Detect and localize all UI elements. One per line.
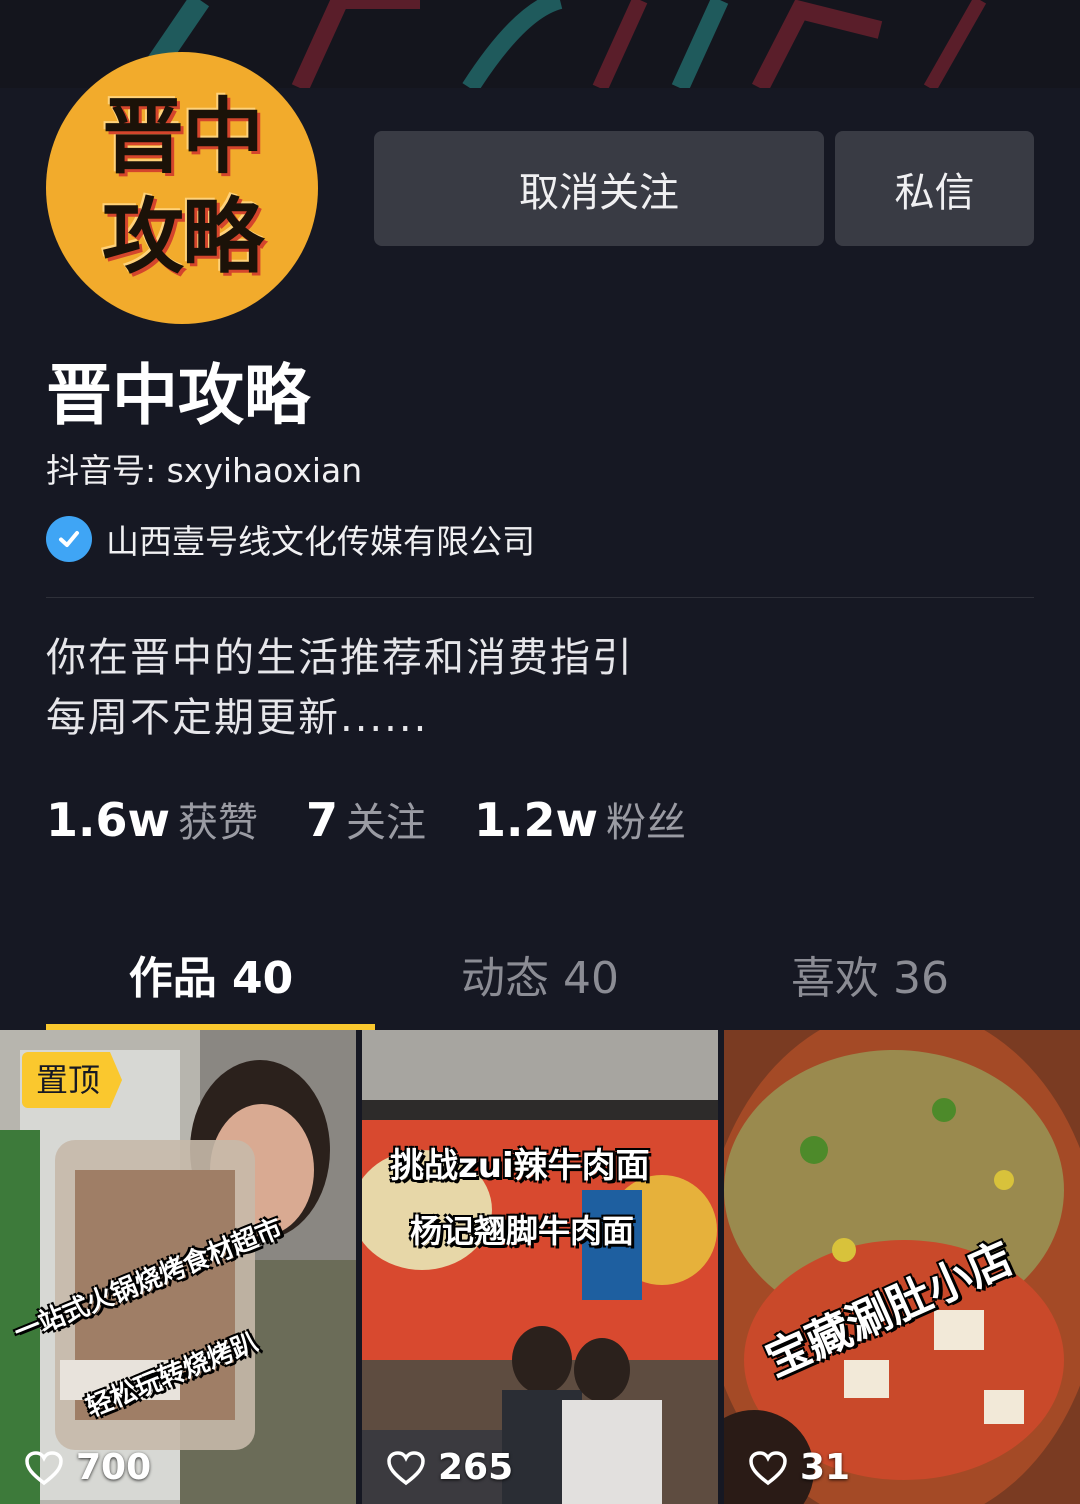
avatar-text-line1: 晋中 (101, 90, 264, 185)
bio: 你在晋中的生活推荐和消费指引 每周不定期更新...... (46, 628, 634, 748)
stat-likes-value: 1.6w (46, 793, 170, 847)
avatar[interactable]: 晋中 攻略 (46, 52, 318, 324)
video-caption-1: 挑战zui辣牛肉面 (390, 1146, 650, 1186)
profile-name: 晋中攻略 (46, 357, 310, 434)
divider (46, 597, 1034, 598)
video-caption-2: 杨记翘脚牛肉面 (410, 1212, 635, 1250)
video-thumbnail[interactable]: 宝藏涮肚小店 31 (724, 1030, 1080, 1504)
bio-line-1: 你在晋中的生活推荐和消费指引 (46, 635, 634, 681)
tab-likes[interactable]: 喜欢 36 (705, 942, 1035, 1006)
video-likes: 700 (24, 1447, 151, 1488)
stat-following-value: 7 (305, 793, 338, 847)
heart-icon (387, 1450, 425, 1485)
heart-icon (749, 1450, 787, 1485)
verified-check-icon (46, 516, 92, 562)
stat-following-label: 关注 (346, 800, 426, 846)
unfollow-button[interactable]: 取消关注 (374, 131, 824, 246)
tab-works[interactable]: 作品 40 (46, 942, 376, 1006)
stats-row: 1.6w 获赞 7 关注 1.2w 粉丝 (46, 790, 734, 848)
video-grid: 置顶 一站式火锅烧烤食材超市 轻松玩转烧烤趴 700 挑战zui辣牛肉面 杨记翘… (0, 1030, 1080, 1504)
video-likes-count: 700 (76, 1447, 152, 1488)
verified-org-label: 山西壹号线文化传媒有限公司 (106, 522, 535, 561)
stat-following[interactable]: 7 关注 (306, 790, 426, 848)
bio-line-2: 每周不定期更新...... (46, 695, 429, 741)
stat-followers-value: 1.2w (474, 793, 598, 847)
heart-icon (25, 1450, 63, 1485)
video-likes: 31 (748, 1447, 850, 1488)
pinned-badge: 置顶 (22, 1052, 123, 1108)
avatar-text-line2: 攻略 (101, 190, 264, 285)
video-likes-count: 265 (438, 1447, 514, 1488)
stat-likes[interactable]: 1.6w 获赞 (46, 790, 258, 848)
video-thumbnail-image (362, 1030, 718, 1504)
stat-likes-label: 获赞 (177, 800, 258, 846)
stat-followers-label: 粉丝 (605, 800, 686, 846)
message-button[interactable]: 私信 (835, 131, 1034, 246)
verified-organization[interactable]: 山西壹号线文化传媒有限公司 (46, 515, 535, 563)
stat-followers[interactable]: 1.2w 粉丝 (474, 790, 686, 848)
video-thumbnail[interactable]: 置顶 一站式火锅烧烤食材超市 轻松玩转烧烤趴 700 (0, 1030, 356, 1504)
video-thumbnail[interactable]: 挑战zui辣牛肉面 杨记翘脚牛肉面 265 (362, 1030, 718, 1504)
tab-activity[interactable]: 动态 40 (375, 942, 705, 1006)
douyin-id[interactable]: 抖音号: sxyihaoxian (46, 448, 362, 494)
video-likes: 265 (386, 1447, 513, 1488)
content-tabs: 作品 40 动态 40 喜欢 36 (0, 930, 1080, 1030)
video-likes-count: 31 (800, 1447, 851, 1488)
